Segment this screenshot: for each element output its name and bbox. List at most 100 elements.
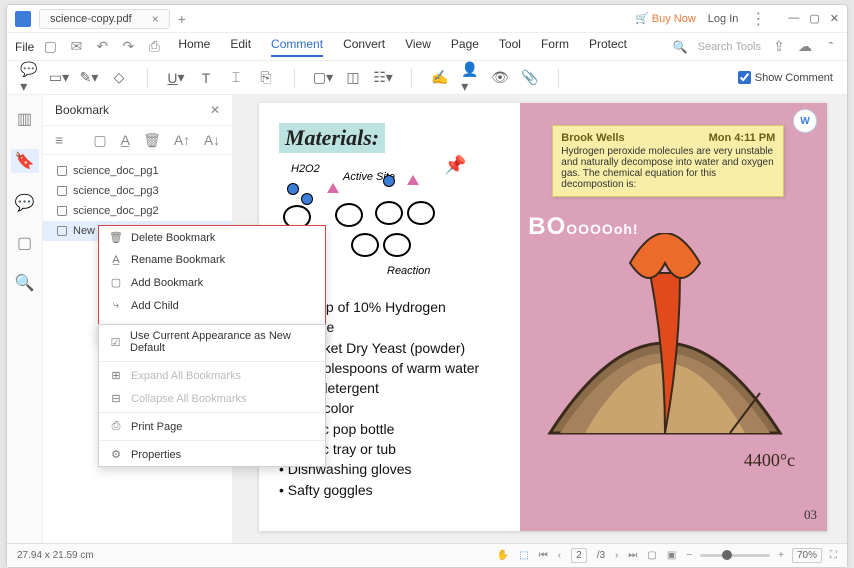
stamp-tool-icon[interactable]: ◫ (345, 70, 361, 86)
shape-tool-icon[interactable]: ▢▾ (315, 70, 331, 86)
close-tab-icon[interactable]: × (152, 12, 159, 26)
tab-page[interactable]: Page (451, 37, 479, 57)
quick-icons: ▢ ✉ ↶ ↷ ⎙ (42, 39, 162, 55)
zoom-slider[interactable] (700, 554, 770, 557)
print-icon[interactable]: ⎙ (146, 39, 162, 55)
tab-edit[interactable]: Edit (230, 37, 251, 57)
tab-comment[interactable]: Comment (271, 37, 323, 57)
rename-bookmark-icon[interactable]: A̲ (121, 132, 130, 148)
fit-page-icon[interactable]: ⛶ (830, 550, 837, 561)
save-icon[interactable]: ▢ (42, 39, 58, 55)
pencil-tool-icon[interactable]: ✎▾ (81, 70, 97, 86)
close-panel-icon[interactable]: ✕ (210, 103, 220, 117)
single-page-icon[interactable]: ▢ (647, 550, 656, 561)
page-input[interactable]: 2 (571, 548, 587, 563)
search-input[interactable]: Search Tools (698, 41, 761, 53)
first-page-icon[interactable]: ⏮ (539, 550, 548, 561)
hand-tool-icon[interactable]: ✋ (497, 550, 509, 561)
text-tool-icon[interactable]: T (198, 70, 214, 86)
tab-home[interactable]: Home (178, 37, 210, 57)
mail-icon[interactable]: ✉ (68, 39, 84, 55)
tab-form[interactable]: Form (541, 37, 569, 57)
bookmark-item[interactable]: science_doc_pg1 (43, 161, 232, 181)
word-badge-icon[interactable]: W (793, 109, 817, 133)
minimize-button[interactable]: — (788, 12, 799, 25)
ctx-add-bookmark[interactable]: ▢Add Bookmark (99, 271, 325, 294)
sign-tool-icon[interactable]: ✍ (432, 70, 448, 86)
eraser-tool-icon[interactable]: ◇ (111, 70, 127, 86)
cloud-icon[interactable]: ☁ (797, 39, 813, 55)
select-tool-icon[interactable]: ⬚ (519, 550, 528, 561)
bookmark-item[interactable]: science_doc_pg2 (43, 201, 232, 221)
prev-page-icon[interactable]: ‹ (558, 550, 561, 561)
page-number: 03 (804, 507, 817, 523)
tab-tool[interactable]: Tool (499, 37, 521, 57)
ctx-delete-bookmark[interactable]: 🗑Delete Bookmark (99, 226, 325, 249)
list-item: Safty goggles (279, 480, 500, 500)
next-page-icon[interactable]: › (615, 550, 618, 561)
font-decrease-icon[interactable]: A↓ (204, 132, 220, 148)
document-tab[interactable]: science-copy.pdf × (39, 9, 170, 29)
bookmark-rail-icon[interactable]: 🔖 (11, 149, 39, 173)
ctx-rename-bookmark[interactable]: A̲Rename Bookmark (99, 249, 325, 271)
kebab-icon[interactable]: ⋮ (750, 9, 766, 29)
bookmark-icon (57, 166, 67, 176)
textbox-tool-icon[interactable]: ⌶ (228, 70, 244, 86)
note-tool-icon[interactable]: 💬▾ (21, 70, 37, 86)
buy-now-link[interactable]: 🛒 Buy Now (635, 12, 696, 25)
maximize-button[interactable]: ▢ (809, 12, 819, 25)
attach-icon[interactable]: 📎 (522, 70, 538, 86)
ctx-print-page[interactable]: ⎙Print Page (99, 415, 325, 438)
search-rail-icon[interactable]: 🔍 (15, 273, 35, 293)
mol-label-reaction: Reaction (387, 265, 430, 277)
stamp2-tool-icon[interactable]: 👤▾ (462, 70, 478, 86)
font-increase-icon[interactable]: A↑ (174, 132, 190, 148)
ctx-use-appearance[interactable]: ☑Use Current Appearance as New Default (99, 325, 325, 359)
ctx-add-child[interactable]: ⤷Add Child (99, 294, 325, 317)
comments-rail-icon[interactable]: 💬 (15, 193, 35, 213)
menubar-right: 🔍 Search Tools ⇪ ☁ ˆ (673, 39, 839, 55)
zoom-out-icon[interactable]: − (686, 550, 692, 561)
two-page-icon[interactable]: ▣ (667, 550, 676, 561)
titlebar: science-copy.pdf × + 🛒 Buy Now Log In ⋮ … (7, 5, 847, 33)
sticky-note[interactable]: Brook Wells Mon 4:11 PM Hydrogen peroxid… (552, 125, 784, 197)
show-comment-toggle[interactable]: Show Comment (738, 71, 833, 84)
search-icon[interactable]: 🔍 (673, 40, 688, 54)
statusbar: 27.94 x 21.59 cm ✋ ⬚ ⏮ ‹ 2 /3 › ⏭ ▢ ▣ − … (7, 543, 847, 567)
tab-convert[interactable]: Convert (343, 37, 385, 57)
tab-protect[interactable]: Protect (589, 37, 627, 57)
gear-icon: ⚙ (109, 448, 123, 461)
underline-icon[interactable]: U▾ (168, 70, 184, 86)
left-rail: ▥ 🔖 💬 ▢ 🔍 (7, 95, 43, 543)
bookmark-item[interactable]: science_doc_pg3 (43, 181, 232, 201)
tab-view[interactable]: View (405, 37, 431, 57)
show-comment-checkbox[interactable] (738, 71, 751, 84)
bookmark-context-menu-lower[interactable]: ☑Use Current Appearance as New Default ⊞… (98, 324, 326, 467)
last-page-icon[interactable]: ⏭ (628, 550, 637, 561)
hide-tool-icon[interactable]: 👁 (492, 70, 508, 86)
bookmark-tools: ≡ ▢ A̲ 🗑 A↑ A↓ (43, 126, 232, 155)
login-link[interactable]: Log In (708, 13, 739, 25)
expand-all-icon[interactable]: ≡ (55, 132, 63, 148)
add-bookmark-icon[interactable]: ▢ (93, 132, 106, 148)
share-icon[interactable]: ⇪ (771, 39, 787, 55)
callout-tool-icon[interactable]: ⎘ (258, 70, 274, 86)
note-body: Hydrogen peroxide molecules are very uns… (561, 146, 775, 190)
ctx-properties[interactable]: ⚙Properties (99, 443, 325, 466)
delete-bookmark-icon[interactable]: 🗑 (144, 132, 160, 148)
highlight-tool-icon[interactable]: ▭▾ (51, 70, 67, 86)
attachments-rail-icon[interactable]: ▢ (17, 233, 32, 253)
file-menu[interactable]: File (15, 40, 34, 54)
close-window-button[interactable]: ✕ (830, 12, 839, 25)
measure-tool-icon[interactable]: ☷▾ (375, 70, 391, 86)
new-tab-button[interactable]: + (178, 11, 186, 27)
collapse-ribbon-icon[interactable]: ˆ (823, 39, 839, 55)
redo-icon[interactable]: ↷ (120, 39, 136, 55)
thumbnails-icon[interactable]: ▥ (17, 109, 32, 129)
undo-icon[interactable]: ↶ (94, 39, 110, 55)
zoom-in-icon[interactable]: + (778, 550, 784, 561)
titlebar-right: 🛒 Buy Now Log In ⋮ — ▢ ✕ (635, 9, 839, 29)
print-icon: ⎙ (109, 420, 123, 433)
zoom-value[interactable]: 70% (792, 548, 822, 563)
child-icon: ⤷ (109, 299, 123, 312)
